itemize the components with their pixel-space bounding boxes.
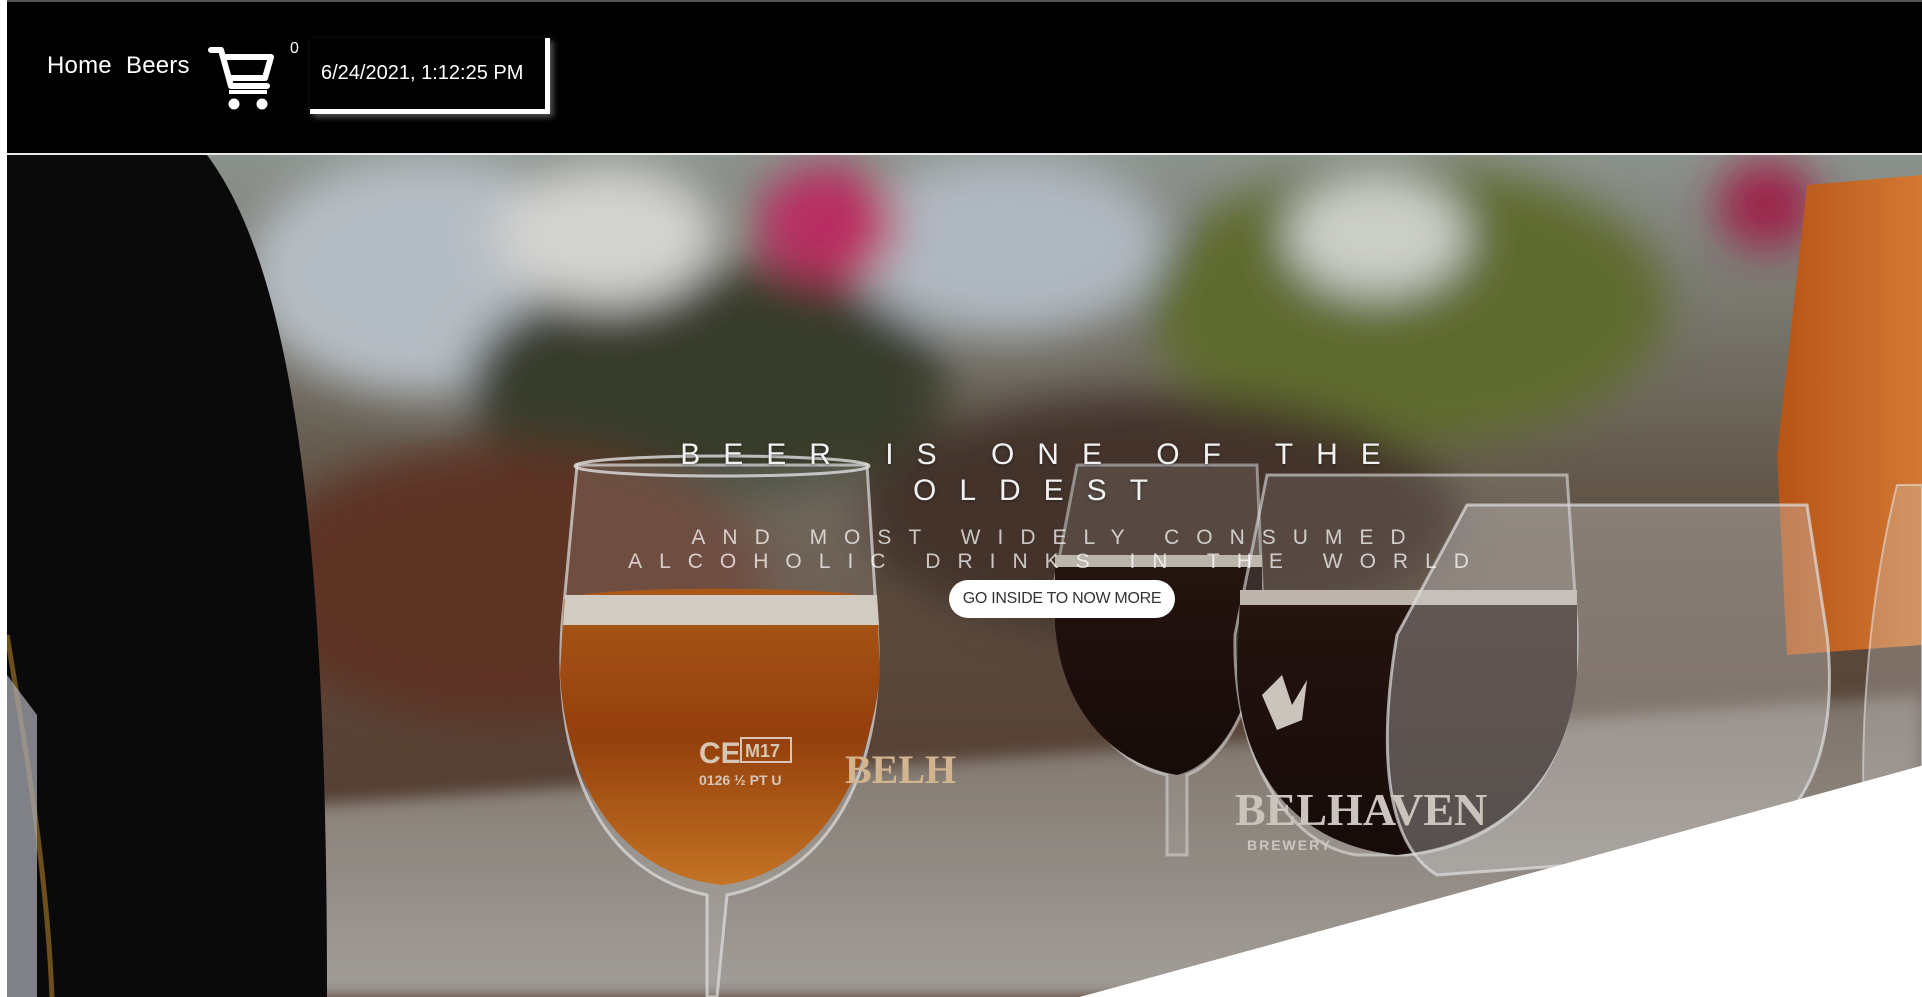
- datetime-box: 6/24/2021, 1:12:25 PM: [310, 38, 550, 114]
- cart-count-badge: 0: [290, 40, 299, 57]
- hero-title: BEER IS ONE OF THE OLDEST: [680, 438, 1404, 508]
- go-inside-button[interactable]: GO INSIDE TO NOW MORE: [949, 580, 1175, 618]
- hero-banner: CE M17 0126 ½ PT U BELH BELHAVEN BREWERY…: [7, 155, 1922, 997]
- cart-button[interactable]: [207, 42, 279, 114]
- navbar-divider: [7, 153, 1922, 155]
- datetime-text: 6/24/2021, 1:12:25 PM: [321, 62, 524, 84]
- hero-overlay: [7, 155, 1922, 997]
- shopping-cart-icon: [208, 47, 274, 110]
- nav-link-home[interactable]: Home: [47, 52, 112, 80]
- hero-subtitle: AND MOST WIDELY CONSUMED ALCOHOLIC DRINK…: [628, 526, 1486, 573]
- navbar: Home Beers 0 6/24/2021, 1:12:25 PM: [7, 0, 1922, 155]
- nav-link-beers[interactable]: Beers: [126, 52, 190, 80]
